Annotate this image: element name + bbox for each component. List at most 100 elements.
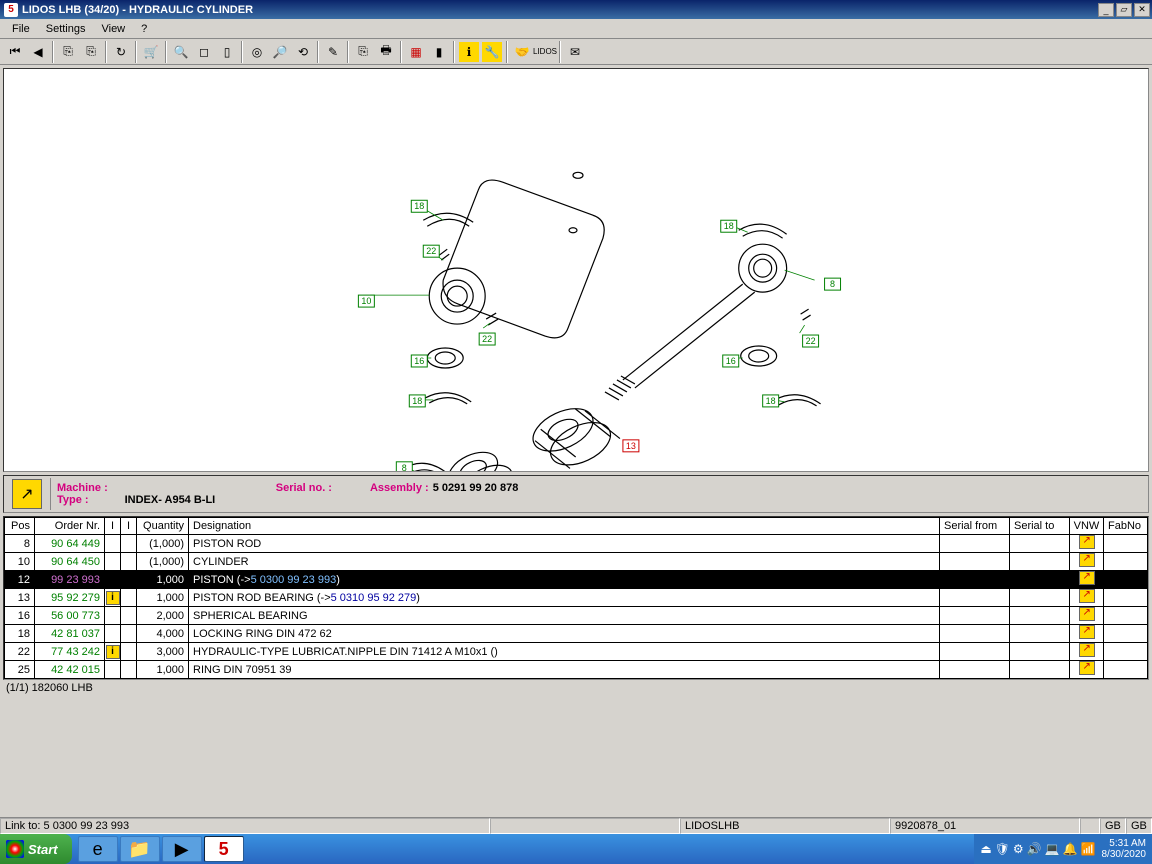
note-button[interactable]: ✎	[322, 41, 344, 63]
close-button[interactable]: ✕	[1134, 3, 1150, 17]
tray-icon[interactable]: 🔊	[1027, 842, 1042, 856]
vnw-icon[interactable]	[1079, 589, 1095, 603]
vnw-icon[interactable]	[1079, 571, 1095, 585]
vnw-icon[interactable]	[1079, 607, 1095, 621]
callout-22[interactable]: 22	[479, 333, 495, 345]
callout-18[interactable]: 18	[721, 220, 737, 232]
start-button[interactable]: Start	[0, 834, 72, 864]
clock[interactable]: 5:31 AM 8/30/2020	[1102, 838, 1147, 860]
tray-icon[interactable]: 📶	[1081, 842, 1096, 856]
header-qty[interactable]: Quantity	[137, 518, 189, 535]
print-button[interactable]: 🖶	[375, 41, 397, 63]
menu-settings[interactable]: Settings	[38, 21, 94, 37]
callout-8[interactable]: 8	[825, 278, 841, 290]
callout-16[interactable]: 16	[411, 355, 427, 367]
grid-button[interactable]: ▦	[405, 41, 427, 63]
target-button[interactable]: ◎	[246, 41, 268, 63]
callout-16[interactable]: 16	[723, 355, 739, 367]
vnw-icon[interactable]	[1079, 625, 1095, 639]
svg-text:22: 22	[426, 246, 436, 256]
table-footer: (1/1) 182060 LHB	[0, 680, 1152, 696]
task-ie-icon[interactable]: e	[78, 836, 118, 862]
parts-table-panel: Pos Order Nr. I I Quantity Designation S…	[3, 516, 1149, 680]
callout-10[interactable]: 10	[358, 295, 374, 307]
vnw-icon[interactable]	[1079, 643, 1095, 657]
vnw-icon[interactable]	[1079, 661, 1095, 675]
page-button[interactable]: ▯	[216, 41, 238, 63]
table-row[interactable]: 1299 23 9931,000PISTON (->5 0300 99 23 9…	[5, 571, 1148, 589]
minimize-button[interactable]: _	[1098, 3, 1114, 17]
titlebar: 5 LIDOS LHB (34/20) - HYDRAULIC CYLINDER…	[0, 0, 1152, 19]
frame-button[interactable]: ◻	[193, 41, 215, 63]
zoom-in-button[interactable]: 🔍	[170, 41, 192, 63]
prev-button[interactable]: ◀	[27, 41, 49, 63]
search-button[interactable]: 🔎	[269, 41, 291, 63]
tray-icon[interactable]: 🛡	[995, 842, 1010, 856]
status-gb1: GB	[1100, 818, 1126, 834]
nav-button-1[interactable]: ⎘	[57, 41, 79, 63]
svg-text:13: 13	[626, 441, 636, 451]
parts-table: Pos Order Nr. I I Quantity Designation S…	[4, 517, 1148, 679]
svg-text:10: 10	[361, 296, 371, 306]
diagram-panel[interactable]: 1818228102216162218181312825	[3, 68, 1149, 472]
callout-13[interactable]: 13	[623, 440, 639, 452]
task-explorer-icon[interactable]: 📁	[120, 836, 160, 862]
callout-22[interactable]: 22	[423, 245, 439, 257]
header-sto[interactable]: Serial to	[1010, 518, 1070, 535]
flag-button[interactable]: ▮	[428, 41, 450, 63]
table-row[interactable]: 1656 00 7732,000SPHERICAL BEARING	[5, 607, 1148, 625]
menu-help[interactable]: ?	[133, 21, 155, 37]
zoom-icon[interactable]: ↗	[12, 479, 42, 509]
vnw-icon[interactable]	[1079, 535, 1095, 549]
table-row[interactable]: 890 64 449(1,000)PISTON ROD	[5, 535, 1148, 553]
type-label: Type :	[57, 494, 89, 506]
handshake-button[interactable]: 🤝	[511, 41, 533, 63]
callout-18[interactable]: 18	[409, 395, 425, 407]
callout-18[interactable]: 18	[763, 395, 779, 407]
statusbar: Link to: 5 0300 99 23 993 LIDOSLHB 99208…	[0, 817, 1152, 834]
tray-icon[interactable]: ⚙	[1013, 842, 1024, 856]
header-vnw[interactable]: VNW	[1070, 518, 1104, 535]
header-order[interactable]: Order Nr.	[35, 518, 105, 535]
tray-icon[interactable]: 💻	[1045, 842, 1060, 856]
menu-view[interactable]: View	[93, 21, 133, 37]
header-i1[interactable]: I	[105, 518, 121, 535]
cart-button[interactable]: 🛒	[140, 41, 162, 63]
rotate-button[interactable]: ⟲	[292, 41, 314, 63]
callout-18[interactable]: 18	[411, 200, 427, 212]
header-i2[interactable]: I	[121, 518, 137, 535]
link-text[interactable]: 5 0300 99 23 993	[251, 574, 337, 586]
task-media-icon[interactable]: ▶	[162, 836, 202, 862]
callout-8[interactable]: 8	[396, 462, 412, 471]
link-text[interactable]: 5 0310 95 92 279	[331, 592, 417, 604]
table-row[interactable]: 2277 43 242i3,000HYDRAULIC-TYPE LUBRICAT…	[5, 643, 1148, 661]
first-button[interactable]: ⏮	[4, 41, 26, 63]
menu-file[interactable]: File	[4, 21, 38, 37]
copy-button[interactable]: ⎘	[352, 41, 374, 63]
tool-button[interactable]: 🔧	[481, 41, 503, 63]
tray-icon[interactable]: 🔔	[1063, 842, 1078, 856]
table-row[interactable]: 1395 92 279i1,000PISTON ROD BEARING (->5…	[5, 589, 1148, 607]
info-icon[interactable]: i	[106, 645, 120, 659]
header-sfrom[interactable]: Serial from	[940, 518, 1010, 535]
header-pos[interactable]: Pos	[5, 518, 35, 535]
callout-22[interactable]: 22	[803, 335, 819, 347]
lidos-button[interactable]: LIDOS	[534, 41, 556, 63]
vnw-icon[interactable]	[1079, 553, 1095, 567]
task-lidos-icon[interactable]: 5	[204, 836, 244, 862]
info-icon[interactable]: i	[106, 591, 120, 605]
header-desig[interactable]: Designation	[189, 518, 940, 535]
refresh-button[interactable]: ↻	[110, 41, 132, 63]
table-row[interactable]: 1842 81 0374,000LOCKING RING DIN 472 62	[5, 625, 1148, 643]
system-tray[interactable]: ⏏ 🛡 ⚙ 🔊 💻 🔔 📶 5:31 AM 8/30/2020	[974, 834, 1152, 864]
info-button[interactable]: ℹ	[458, 41, 480, 63]
mail-button[interactable]: ✉	[564, 41, 586, 63]
machine-label: Machine :	[57, 482, 108, 494]
header-fabno[interactable]: FabNo	[1104, 518, 1148, 535]
nav-button-2[interactable]: ⎘	[80, 41, 102, 63]
table-row[interactable]: 2542 42 0151,000RING DIN 70951 39	[5, 661, 1148, 679]
table-row[interactable]: 1090 64 450(1,000)CYLINDER	[5, 553, 1148, 571]
svg-text:22: 22	[482, 334, 492, 344]
tray-icon[interactable]: ⏏	[980, 842, 991, 856]
restore-button[interactable]: ▱	[1116, 3, 1132, 17]
